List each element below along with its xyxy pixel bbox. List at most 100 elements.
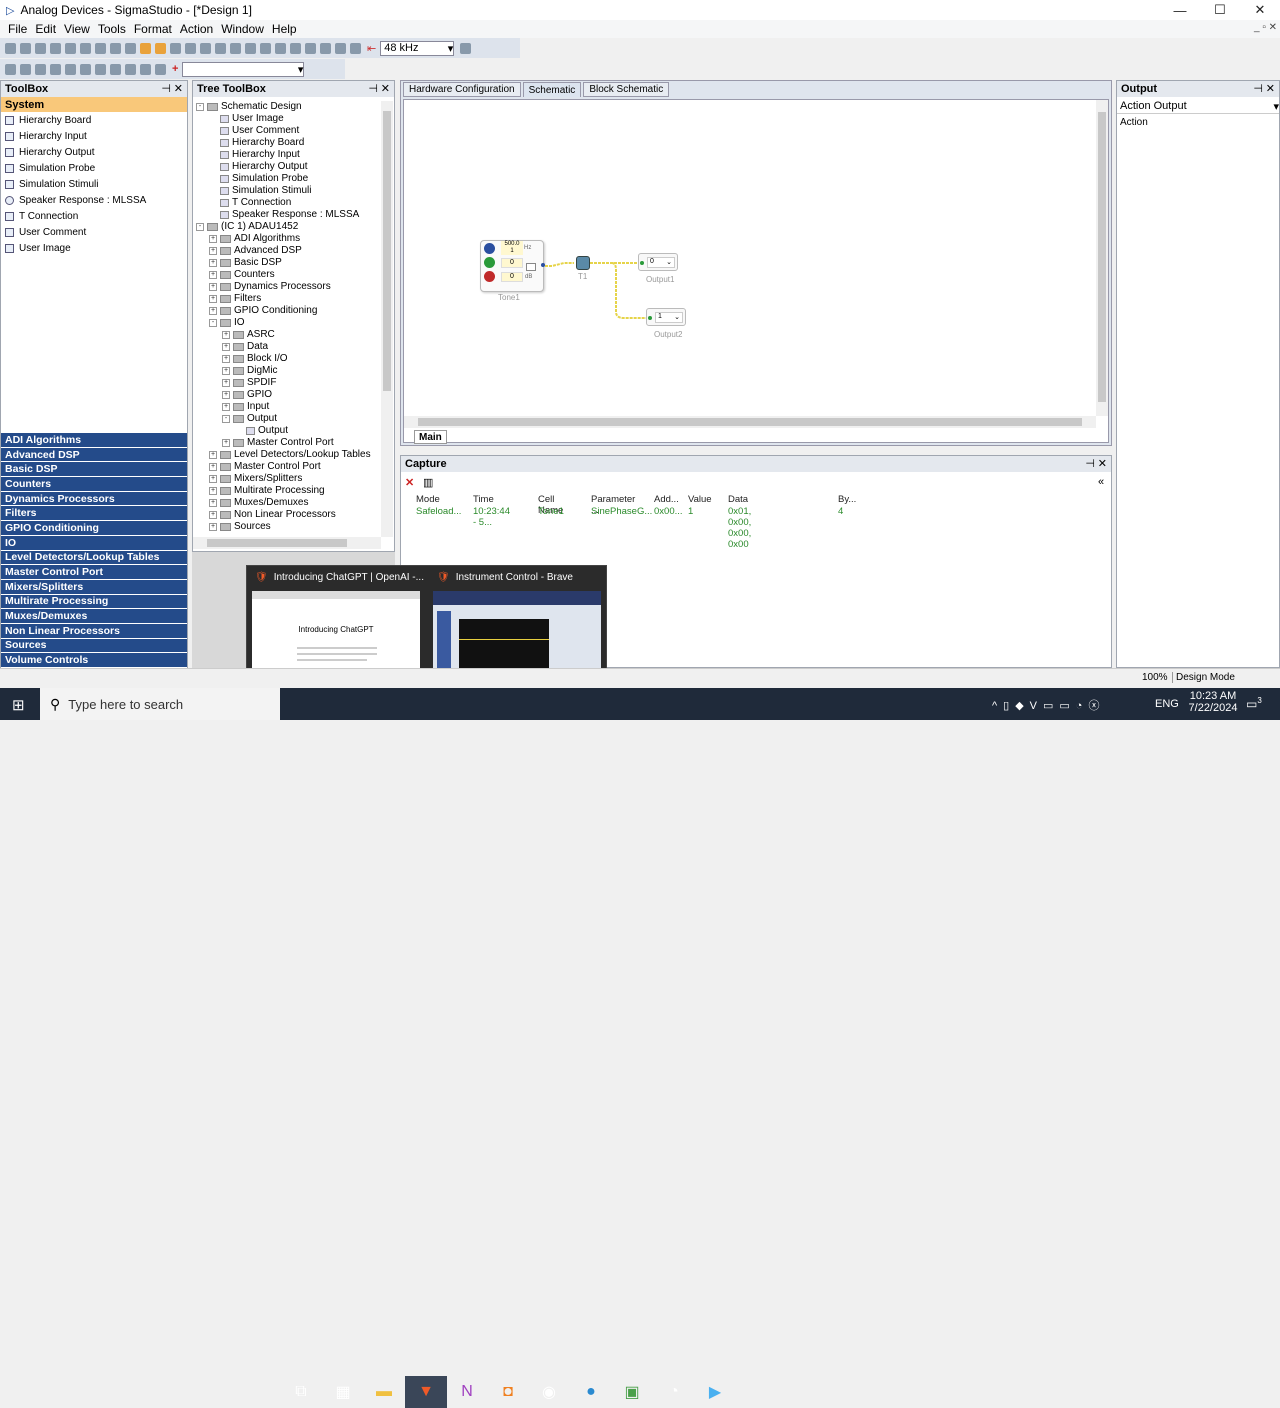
tool-h-icon[interactable] — [110, 63, 121, 75]
expand-icon[interactable]: + — [209, 523, 217, 531]
output2-block[interactable]: 1 ⌄ — [646, 308, 686, 326]
capture-column-header[interactable]: Value — [688, 494, 712, 505]
maximize-button[interactable]: ☐ — [1200, 0, 1240, 20]
input-pin[interactable] — [640, 261, 644, 265]
tree-node[interactable]: + Mixers/Splitters — [196, 473, 381, 485]
new-icon[interactable] — [5, 42, 16, 54]
order-icon[interactable] — [260, 42, 271, 54]
tool-d-icon[interactable] — [50, 63, 61, 75]
menu-help[interactable]: Help — [272, 22, 297, 36]
input-pin[interactable] — [648, 316, 652, 320]
distribute-icon[interactable] — [245, 42, 256, 54]
category-volume-controls[interactable]: Volume Controls — [1, 653, 187, 668]
capture-column-header[interactable]: Mode — [416, 494, 440, 505]
tree-node[interactable]: + DigMic — [196, 365, 381, 377]
expand-icon[interactable]: + — [209, 271, 217, 279]
mdi-controls[interactable]: _ ▫ ✕ — [1254, 22, 1277, 33]
tree-vertical-scrollbar[interactable] — [381, 101, 393, 537]
download-icon[interactable] — [320, 42, 331, 54]
menu-edit[interactable]: Edit — [35, 22, 56, 36]
thumb-chatgpt-title[interactable]: 🛡 Introducing ChatGPT | OpenAI -... — [255, 572, 424, 583]
category-multirate-processing[interactable]: Multirate Processing — [1, 594, 187, 610]
close-icon[interactable]: ✕ — [381, 82, 390, 95]
view-mode-icon[interactable] — [140, 42, 151, 54]
toolbox-item-t-connection[interactable]: T Connection — [1, 208, 187, 224]
menu-tools[interactable]: Tools — [98, 22, 126, 36]
link-icon[interactable] — [275, 42, 286, 54]
toolbox-item-user-comment[interactable]: User Comment — [1, 224, 187, 240]
tree-node[interactable]: + GPIO Conditioning — [196, 305, 381, 317]
clear-capture-icon[interactable]: ✕ — [405, 476, 414, 489]
expand-icon[interactable]: + — [222, 391, 230, 399]
expand-icon[interactable]: + — [209, 451, 217, 459]
category-dynamics-processors[interactable]: Dynamics Processors — [1, 491, 187, 507]
app-orange-icon[interactable]: ◘ — [487, 1376, 529, 1408]
t-connection-block[interactable] — [576, 256, 590, 270]
tree-node[interactable]: Hierarchy Input — [196, 149, 381, 161]
scrollbar-thumb[interactable] — [418, 418, 1082, 426]
expand-icon[interactable]: + — [209, 247, 217, 255]
paste-icon[interactable] — [95, 42, 106, 54]
expand-icon[interactable]: + — [222, 355, 230, 363]
app-blue-icon[interactable]: ● — [570, 1376, 612, 1408]
tree-node[interactable]: Simulation Stimuli — [196, 185, 381, 197]
canvas-vertical-scrollbar[interactable] — [1096, 100, 1108, 416]
tree-node[interactable]: Simulation Probe — [196, 173, 381, 185]
toolbox-item-simulation-stimuli[interactable]: Simulation Stimuli — [1, 176, 187, 192]
settings-icon[interactable] — [460, 42, 472, 54]
category-counters[interactable]: Counters — [1, 477, 187, 492]
task-view-icon[interactable]: ⧉ — [280, 1376, 322, 1408]
tree-node[interactable]: + Data — [196, 341, 381, 353]
output-type-select[interactable]: Action Output ▾ — [1117, 99, 1279, 114]
file-explorer-icon[interactable]: ▬ — [363, 1376, 405, 1408]
expand-icon[interactable]: + — [222, 367, 230, 375]
redo-icon[interactable] — [125, 42, 136, 54]
brave-taskbar-icon[interactable]: ▼ — [405, 1376, 447, 1408]
expand-icon[interactable]: + — [209, 283, 217, 291]
menu-format[interactable]: Format — [134, 22, 172, 36]
align-icon[interactable] — [170, 42, 181, 54]
tree-node[interactable]: + Muxes/Demuxes — [196, 497, 381, 509]
collapse-icon[interactable]: - — [196, 223, 204, 231]
expand-icon[interactable]: + — [209, 475, 217, 483]
link-compile-icon[interactable] — [305, 42, 316, 54]
canvas-horizontal-scrollbar[interactable] — [404, 416, 1096, 428]
category-filters[interactable]: Filters — [1, 506, 187, 522]
category-mixers-splitters[interactable]: Mixers/Splitters — [1, 579, 187, 595]
tool-a-icon[interactable] — [5, 63, 16, 75]
toolbox-item-user-image[interactable]: User Image — [1, 240, 187, 256]
output1-block[interactable]: 0 ⌄ — [638, 253, 678, 271]
tool-j-icon[interactable] — [140, 63, 151, 75]
category-master-control-port[interactable]: Master Control Port — [1, 565, 187, 580]
tree-node[interactable]: User Comment — [196, 125, 381, 137]
menu-window[interactable]: Window — [221, 22, 264, 36]
close-icon[interactable]: ✕ — [174, 82, 183, 95]
columns-icon[interactable]: ▥ — [423, 476, 433, 489]
category-level-detectors[interactable]: Level Detectors/Lookup Tables — [1, 550, 187, 566]
schematic-canvas[interactable]: 500.0 1 Hz 0 0 dB Tone1 T1 0 ⌄ Output1 1 ⌄ — [403, 99, 1109, 444]
category-non-linear-processors[interactable]: Non Linear Processors — [1, 623, 187, 639]
collapse-icon[interactable]: - — [222, 415, 230, 423]
expand-icon[interactable]: + — [209, 487, 217, 495]
tree-horizontal-scrollbar[interactable] — [193, 537, 381, 549]
pin-icon[interactable]: ⊣ — [1253, 82, 1263, 95]
tool-f-icon[interactable] — [80, 63, 91, 75]
tree-node[interactable]: + Input — [196, 401, 381, 413]
windows-start-icon[interactable]: ⊞ — [12, 696, 28, 714]
network-icon[interactable] — [350, 42, 361, 54]
tree-node[interactable]: + Multirate Processing — [196, 485, 381, 497]
widgets-icon[interactable]: ▦ — [322, 1376, 364, 1408]
copy-icon[interactable] — [80, 42, 91, 54]
tree-node[interactable]: + Sources — [196, 521, 381, 533]
category-io[interactable]: IO — [1, 535, 187, 551]
sample-rate-select[interactable]: 48 kHz ▾ — [380, 40, 455, 56]
taskbar-search[interactable]: ⚲ Type here to search — [40, 688, 280, 720]
tree-node[interactable]: + Master Control Port — [196, 437, 381, 449]
capture-column-header[interactable]: Add... — [654, 494, 679, 505]
tree-node[interactable]: + Filters — [196, 293, 381, 305]
category-adi-algorithms[interactable]: ADI Algorithms — [1, 433, 187, 448]
close-button[interactable]: ✕ — [1240, 0, 1280, 20]
design-mode-status[interactable]: Design Mode — [1172, 672, 1235, 683]
tree-node[interactable]: + Level Detectors/Lookup Tables — [196, 449, 381, 461]
pin-icon[interactable]: ⊣ — [368, 82, 378, 95]
